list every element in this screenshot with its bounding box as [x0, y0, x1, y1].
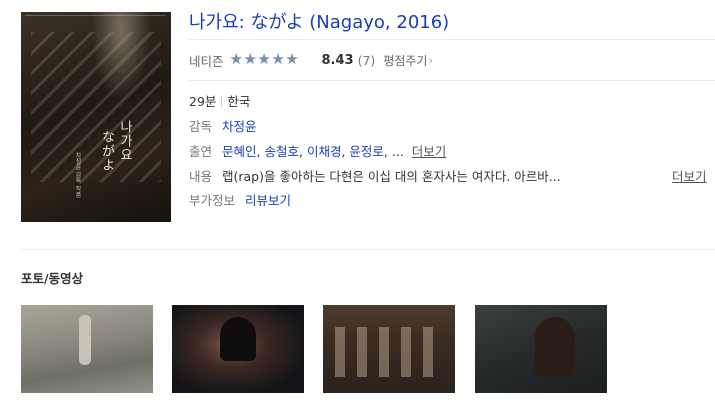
poster-title: 나가요: [117, 120, 132, 162]
plot-label: 내용: [189, 169, 213, 184]
poster-title-japanese: ながよ: [99, 130, 114, 172]
rating-count: (7): [357, 52, 376, 68]
divider: [189, 80, 715, 81]
rate-button-label: 평점주기: [383, 53, 428, 68]
photo-thumbnail[interactable]: [21, 305, 153, 393]
review-link[interactable]: 리뷰보기: [245, 193, 291, 208]
divider-bar: [221, 96, 223, 107]
star-rating: ★★★★★ ★★★★★: [229, 50, 312, 68]
cast-link[interactable]: 송철호: [264, 144, 299, 159]
photo-thumbnail[interactable]: [475, 305, 607, 393]
photo-thumbnail[interactable]: [172, 305, 304, 393]
rate-button[interactable]: 평점주기 ›: [383, 52, 433, 69]
country: 한국: [227, 94, 251, 109]
extra-info-label: 부가정보: [189, 193, 236, 208]
rating-score: 8.43: [321, 52, 354, 68]
extra-info-row: 부가정보 리뷰보기: [189, 191, 291, 211]
plot-row: 내용 랩(rap)을 좋아하는 다현은 이십 대의 혼자사는 여자다. 아르바.…: [189, 167, 561, 187]
poster-credit: 차정윤 감독 작품: [74, 152, 81, 198]
cast-link[interactable]: 이채경: [307, 144, 342, 159]
section-divider: [21, 249, 715, 250]
photo-thumbnail[interactable]: [323, 305, 455, 393]
plot-more-link[interactable]: 더보기: [672, 169, 707, 184]
cast-row: 출연 문혜인, 송철호, 이채경, 윤정로, ... 더보기: [189, 144, 447, 159]
cast-link[interactable]: 윤정로: [349, 144, 384, 159]
stars-filled-icon: ★★★★★: [229, 50, 299, 68]
plot-summary: 랩(rap)을 좋아하는 다현은 이십 대의 혼자사는 여자다. 아르바...: [222, 169, 561, 184]
plot-more-row: 더보기: [672, 167, 707, 187]
cast-ellipsis: ...: [391, 144, 404, 159]
cast-link[interactable]: 문혜인: [222, 144, 257, 159]
poster-staircase: [31, 32, 161, 182]
rating-label: 네티즌: [189, 53, 224, 69]
runtime: 29분: [189, 94, 217, 109]
rating-row: 네티즌 ★★★★★ ★★★★★ 8.43 (7) 평점주기 ›: [189, 50, 433, 70]
cast-label: 출연: [189, 144, 213, 159]
divider: [189, 39, 715, 40]
cast-more-link[interactable]: 더보기: [412, 144, 447, 159]
director-row: 감독 차정윤: [189, 117, 257, 137]
chevron-right-icon: ›: [428, 53, 433, 67]
runtime-country-row: 29분 한국: [189, 92, 250, 112]
movie-title[interactable]: 나가요: ながよ (Nagayo, 2016): [189, 8, 449, 34]
director-link[interactable]: 차정윤: [222, 119, 257, 134]
movie-poster[interactable]: 나가요 ながよ 차정윤 감독 작품: [21, 12, 171, 222]
director-label: 감독: [189, 119, 213, 134]
media-section-title: 포토/동영상: [21, 271, 84, 286]
